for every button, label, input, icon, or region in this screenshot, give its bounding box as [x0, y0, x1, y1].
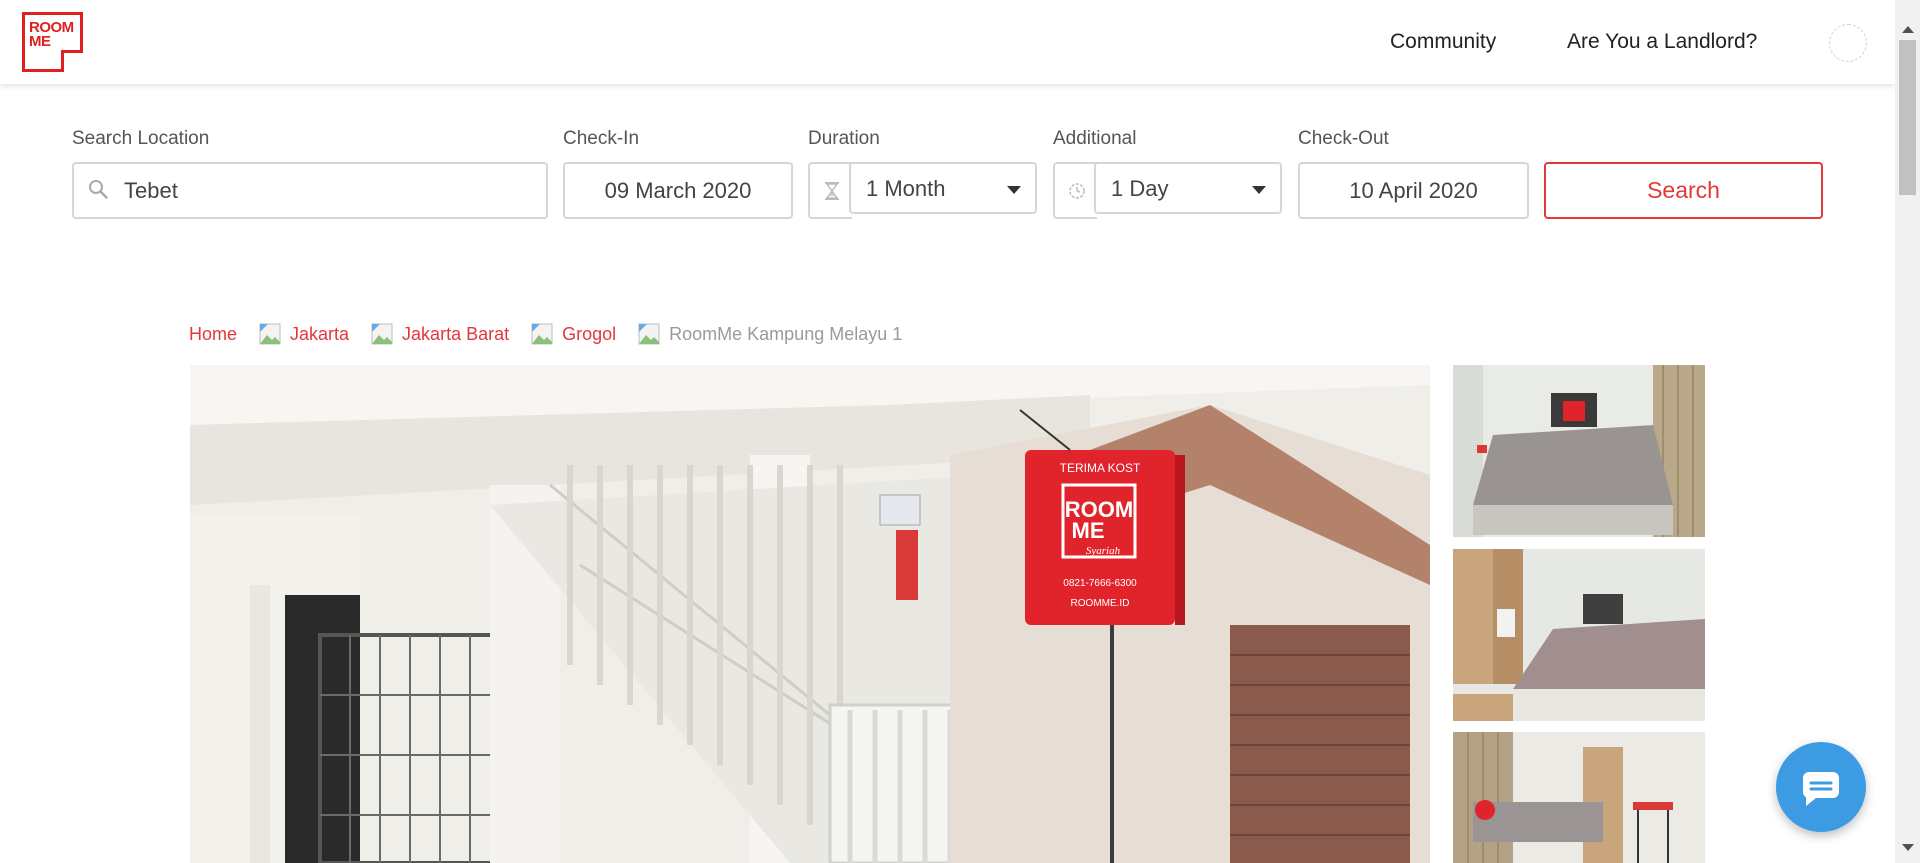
search-location-label: Search Location — [72, 128, 210, 149]
user-avatar-icon[interactable] — [1829, 24, 1867, 62]
additional-prefix — [1053, 162, 1097, 219]
logo-corner — [61, 50, 83, 72]
search-location-input[interactable]: Tebet — [72, 162, 548, 219]
additional-select[interactable]: 1 Day — [1094, 162, 1282, 214]
duration-prefix — [808, 162, 852, 219]
broken-image-icon — [259, 323, 281, 345]
breadcrumb-current: RoomMe Kampung Melayu 1 — [669, 323, 903, 344]
scroll-up-arrow-icon[interactable] — [1902, 26, 1914, 33]
broken-image-icon — [638, 323, 660, 345]
checkin-date-input[interactable]: 09 March 2020 — [563, 162, 793, 219]
breadcrumb-jakarta-barat[interactable]: Jakarta Barat — [402, 324, 509, 345]
chat-icon — [1803, 772, 1839, 806]
search-location-value: Tebet — [124, 178, 178, 203]
checkout-label: Check-Out — [1298, 128, 1389, 149]
broken-image-icon — [371, 323, 393, 345]
sign-site: ROOMME.ID — [1071, 598, 1130, 609]
sign-phone: 0821-7666-6300 — [1063, 578, 1137, 589]
nav-landlord-link[interactable]: Are You a Landlord? — [1567, 30, 1757, 54]
bedroom-photo-2 — [1453, 549, 1705, 721]
broken-image-icon — [531, 323, 553, 345]
bedroom-photo-3 — [1453, 732, 1705, 863]
main-property-photo[interactable]: TERIMA KOST ROOM ME Syariah 0821-7666-63… — [190, 365, 1430, 863]
additional-label: Additional — [1053, 128, 1137, 149]
hourglass-icon — [825, 182, 839, 200]
search-button[interactable]: Search — [1544, 162, 1823, 219]
breadcrumb-home[interactable]: Home — [189, 324, 237, 345]
sign-script: Syariah — [1086, 545, 1121, 557]
sign-top-text: TERIMA KOST — [1060, 461, 1141, 475]
checkin-label: Check-In — [563, 128, 640, 149]
gallery-thumbnail-1[interactable] — [1453, 365, 1705, 537]
gallery-thumbnail-3[interactable] — [1453, 732, 1705, 863]
duration-value: 1 Month — [866, 176, 946, 201]
top-navbar: ROOM ME Community Are You a Landlord? — [0, 0, 1895, 84]
search-icon — [89, 180, 108, 199]
page-scrollbar[interactable] — [1895, 0, 1920, 863]
checkout-date-input[interactable]: 10 April 2020 — [1298, 162, 1529, 219]
additional-value: 1 Day — [1111, 176, 1169, 201]
breadcrumb-grogol[interactable]: Grogol — [562, 324, 616, 345]
bedroom-photo-1 — [1453, 365, 1705, 537]
scroll-thumb[interactable] — [1899, 40, 1916, 195]
chat-button[interactable] — [1776, 742, 1866, 832]
scroll-down-arrow-icon[interactable] — [1902, 844, 1914, 851]
logo-text: ROOM ME — [29, 19, 74, 50]
chevron-down-icon — [1007, 186, 1021, 194]
breadcrumb-jakarta[interactable]: Jakarta — [290, 324, 349, 345]
sign-logo-line2: ME — [1072, 518, 1105, 543]
page: ROOM ME Community Are You a Landlord? Se… — [0, 0, 1920, 863]
duration-label: Duration — [808, 128, 880, 149]
property-exterior-image: TERIMA KOST ROOM ME Syariah 0821-7666-63… — [190, 365, 1430, 863]
nav-community-link[interactable]: Community — [1390, 30, 1496, 54]
duration-select[interactable]: 1 Month — [849, 162, 1037, 214]
gallery-thumbnail-2[interactable] — [1453, 549, 1705, 721]
roomme-logo[interactable]: ROOM ME — [22, 12, 83, 72]
clock-icon — [1069, 183, 1085, 199]
chevron-down-icon — [1252, 186, 1266, 194]
breadcrumb: Home Jakarta Jakarta Barat Grogol RoomMe… — [189, 323, 902, 345]
